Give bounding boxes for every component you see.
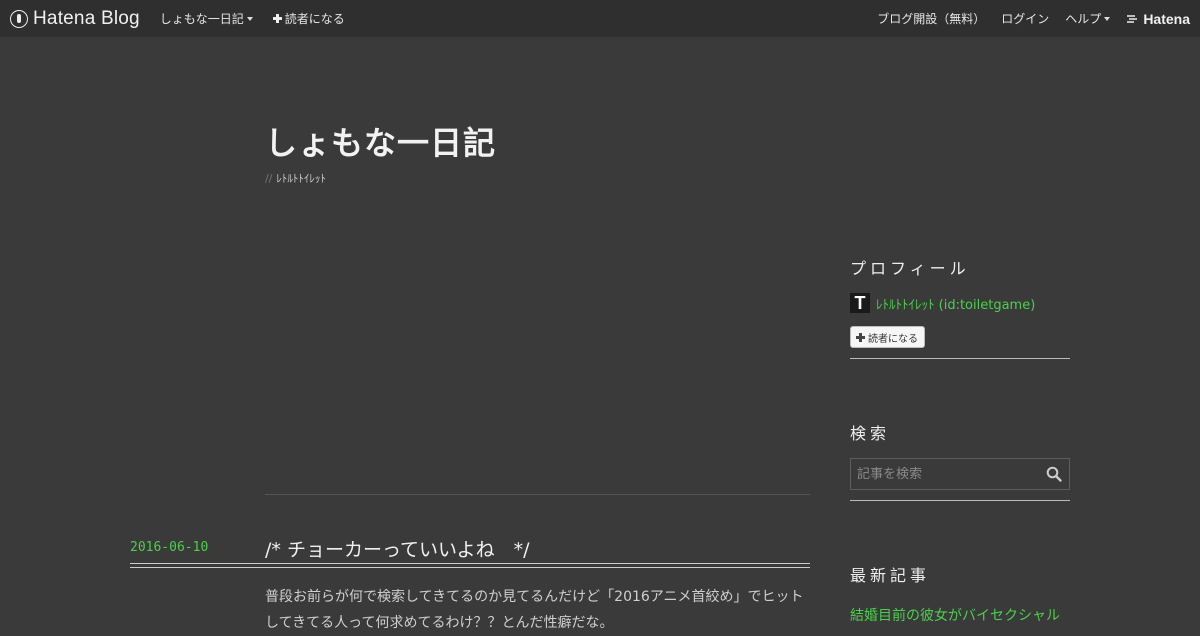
help-menu[interactable]: ヘルプ	[1065, 10, 1111, 27]
subscribe-link[interactable]: 読者になる	[272, 10, 345, 27]
entry-body: 普段お前らが何で検索してきてるのか見てるんだけど「2016アニメ首絞め」でヒット…	[265, 589, 804, 631]
search-box	[850, 458, 1070, 490]
right-nav: ブログ開設（無料） ログイン ヘルプ Hatena	[861, 0, 1200, 37]
entry-date[interactable]: 2016-06-10	[130, 540, 208, 555]
profile-divider	[850, 358, 1070, 359]
open-blog-label: ブログ開設（無料）	[877, 12, 986, 26]
open-blog-link[interactable]: ブログ開設（無料）	[877, 10, 985, 27]
brand-name: Hatena Blog	[33, 7, 140, 29]
subscribe-button[interactable]: 読者になる	[850, 326, 925, 348]
hatena-blog-icon	[10, 9, 28, 28]
content-divider	[265, 494, 810, 495]
blog-menu[interactable]: しょもな一日記	[160, 10, 253, 27]
recent-entry-link[interactable]: 結婚目前の彼女がバイセクシャル	[850, 605, 1060, 625]
profile-heading: プロフィール	[850, 259, 970, 278]
entry-title-rule	[130, 563, 810, 568]
plus-icon	[856, 332, 865, 342]
entry-title[interactable]: /* チョーカーっていいよね */	[265, 535, 530, 562]
profile-name-link[interactable]: ﾚﾄﾙﾄﾄｲﾚｯﾄ (id:toiletgame)	[876, 294, 1035, 313]
avatar[interactable]: T	[850, 293, 870, 313]
hatena-blog-logo[interactable]: Hatena Blog	[10, 8, 140, 30]
search-icon[interactable]	[1046, 466, 1062, 482]
profile-row: T ﾚﾄﾙﾄﾄｲﾚｯﾄ (id:toiletgame)	[850, 293, 1035, 313]
login-link[interactable]: ログイン	[1001, 10, 1049, 27]
search-divider	[850, 500, 1070, 501]
chevron-down-icon	[246, 17, 253, 21]
search-input[interactable]	[851, 459, 1036, 489]
subscribe-link-label: 読者になる	[284, 12, 345, 26]
subtitle-text: ﾚﾄﾙﾄﾄｲﾚｯﾄ	[276, 172, 326, 185]
blog-subtitle: //ﾚﾄﾙﾄﾄｲﾚｯﾄ	[265, 170, 326, 186]
blog-menu-label: しょもな一日記	[159, 12, 244, 26]
login-label: ログイン	[1001, 12, 1050, 26]
chevron-down-icon	[1104, 17, 1111, 21]
recent-heading: 最新記事	[850, 566, 931, 585]
subscribe-button-label: 読者になる	[868, 333, 918, 345]
hatena-logo[interactable]: Hatena	[1126, 11, 1190, 27]
plus-icon	[272, 14, 282, 23]
hatena-label: Hatena	[1143, 10, 1190, 27]
subtitle-prefix: //	[265, 172, 273, 185]
help-label: ヘルプ	[1065, 12, 1102, 26]
global-header: Hatena Blog しょもな一日記 読者になる ブログ開設（無料） ログイン…	[0, 0, 1200, 37]
blog-title[interactable]: しょもな一日記	[265, 118, 496, 164]
hatena-wing-icon	[1127, 14, 1138, 23]
search-heading: 検索	[850, 424, 891, 443]
